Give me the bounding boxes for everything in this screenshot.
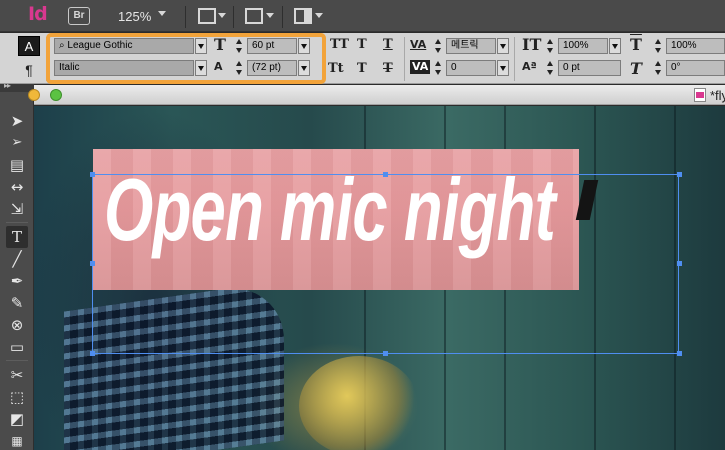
tracking-stepper[interactable]: [434, 60, 442, 76]
gradient-swatch-tool-icon[interactable]: ◩: [6, 408, 28, 430]
zoom-level[interactable]: 125%: [118, 9, 151, 24]
ellipse-frame-tool-icon[interactable]: ⊗: [6, 314, 28, 336]
tracking-field[interactable]: 0: [446, 60, 496, 76]
selection-tool-icon[interactable]: ➤: [6, 110, 28, 132]
zoom-dropdown-icon[interactable]: [158, 11, 166, 16]
kerning-stepper[interactable]: [434, 38, 442, 54]
free-transform-tool-icon[interactable]: ⬚: [6, 386, 28, 408]
tracking-icon: VA: [410, 60, 431, 74]
selection-handle[interactable]: [90, 261, 95, 266]
divider: [6, 222, 28, 223]
selection-handle[interactable]: [383, 351, 388, 356]
selection-handle[interactable]: [677, 261, 682, 266]
selection-handle[interactable]: [677, 351, 682, 356]
document-icon: [694, 88, 706, 102]
small-caps-button[interactable]: Tt: [328, 60, 344, 78]
baseline-shift-field[interactable]: 0 pt: [558, 60, 621, 76]
selection-handle[interactable]: [383, 172, 388, 177]
tracking-dropdown[interactable]: [497, 60, 509, 76]
horizontal-scale-field[interactable]: 100%: [666, 38, 725, 54]
skew-icon: T: [630, 59, 642, 78]
zoom-window-button[interactable]: [50, 89, 62, 101]
gradient-feather-tool-icon[interactable]: ▦: [6, 430, 28, 450]
indesign-logo: Id: [28, 3, 48, 25]
document-tab-title[interactable]: *flyer: [710, 88, 725, 103]
screen-mode-dropdown-icon[interactable]: [266, 13, 274, 18]
flowers-photo-area: [299, 356, 419, 450]
page-tool-icon[interactable]: ▤: [6, 154, 28, 176]
document-canvas[interactable]: Open mic night: [34, 106, 725, 450]
vertical-scale-stepper[interactable]: [546, 38, 554, 54]
all-caps-button[interactable]: TT: [330, 36, 349, 54]
pencil-tool-icon[interactable]: ✎: [6, 292, 28, 314]
superscript-button[interactable]: T: [357, 36, 367, 54]
horizontal-scale-icon: T: [630, 35, 642, 54]
application-bar: Id Br 125%: [0, 0, 725, 32]
underline-button[interactable]: T: [383, 36, 393, 54]
bridge-button[interactable]: Br: [68, 7, 90, 25]
pen-tool-icon[interactable]: ✒: [6, 270, 28, 292]
selection-handle[interactable]: [677, 172, 682, 177]
minimize-window-button[interactable]: [28, 89, 40, 101]
arrange-documents-dropdown-icon[interactable]: [315, 13, 323, 18]
divider: [6, 360, 28, 361]
gap-tool-icon[interactable]: ↔: [6, 176, 28, 198]
strikethrough-button[interactable]: T: [383, 60, 393, 78]
baseline-shift-stepper[interactable]: [546, 60, 554, 76]
line-tool-icon[interactable]: ╱: [6, 248, 28, 270]
type-tool-icon[interactable]: T: [6, 226, 28, 248]
kerning-field[interactable]: 메트릭: [446, 38, 496, 54]
horizontal-scale-stepper[interactable]: [654, 38, 662, 54]
vertical-scale-dropdown[interactable]: [609, 38, 621, 54]
arrange-documents-icon[interactable]: [294, 8, 312, 24]
font-controls-highlight: [46, 33, 326, 84]
collapse-icon[interactable]: ▸▸: [4, 81, 11, 90]
content-collector-icon[interactable]: ⇲: [6, 198, 28, 220]
subscript-button[interactable]: T: [357, 60, 367, 78]
tools-panel: ▸▸ ➤ ➢ ▤ ↔ ⇲ T ╱ ✒ ✎ ⊗ ▭ ✂ ⬚ ◩ ▦: [0, 81, 34, 450]
divider: [233, 6, 234, 28]
skew-stepper[interactable]: [654, 60, 662, 76]
direct-selection-tool-icon[interactable]: ➢: [6, 132, 28, 154]
kerning-icon: VA: [410, 38, 427, 51]
baseline-shift-icon: Aª: [522, 60, 537, 73]
view-options-dropdown-icon[interactable]: [218, 13, 226, 18]
divider: [514, 37, 515, 81]
view-options-icon[interactable]: [198, 8, 216, 24]
divider: [404, 37, 405, 81]
selection-handle[interactable]: [90, 172, 95, 177]
divider: [282, 6, 283, 28]
kerning-dropdown[interactable]: [497, 38, 509, 54]
paragraph-formatting-mode-button[interactable]: ¶: [18, 60, 40, 80]
rectangle-tool-icon[interactable]: ▭: [6, 336, 28, 358]
text-frame-selection[interactable]: [92, 174, 679, 354]
control-panel: A ¶ ⌕ League Gothic Italic T 60 pt A (72…: [0, 33, 725, 84]
divider: [185, 6, 186, 28]
vertical-scale-field[interactable]: 100%: [558, 38, 608, 54]
selection-handle[interactable]: [90, 351, 95, 356]
character-formatting-mode-button[interactable]: A: [18, 36, 40, 56]
screen-mode-icon[interactable]: [245, 8, 263, 24]
document-tab-bar: *flyer: [28, 85, 725, 105]
skew-field[interactable]: 0°: [666, 60, 725, 76]
scissors-tool-icon[interactable]: ✂: [6, 364, 28, 386]
vertical-scale-icon: IT: [522, 35, 542, 54]
